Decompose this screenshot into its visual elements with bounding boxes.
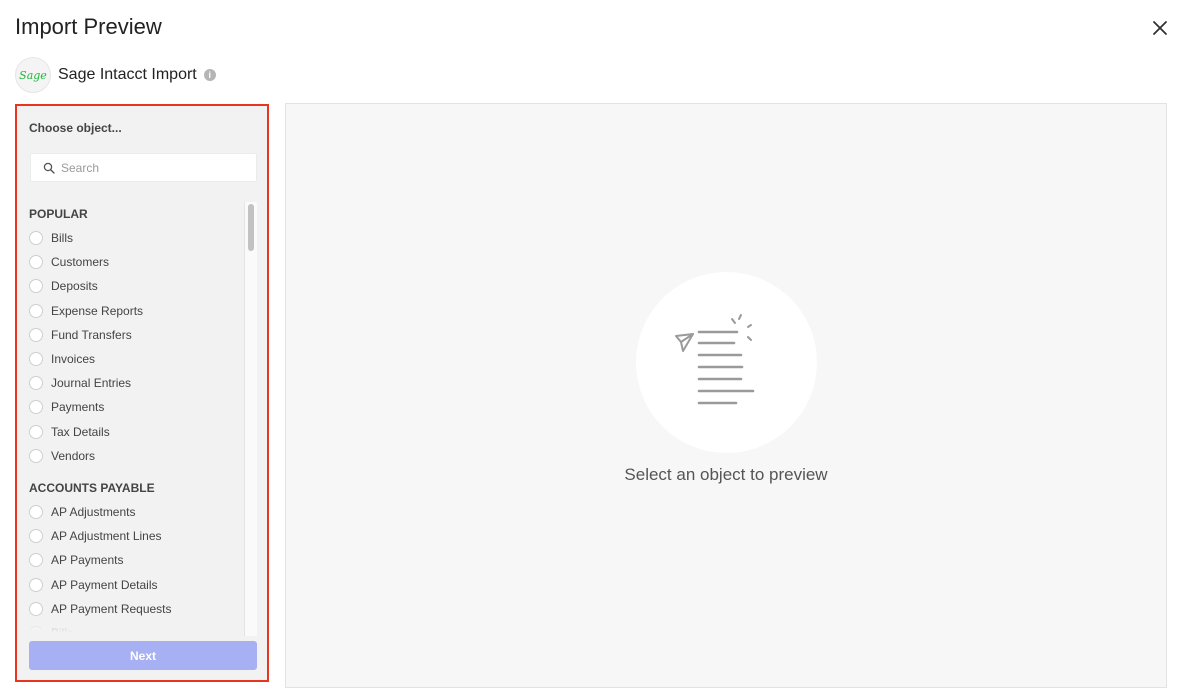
object-option[interactable]: Payments xyxy=(29,395,243,419)
radio-button[interactable] xyxy=(29,529,43,544)
object-option-label: Customers xyxy=(51,255,110,270)
search-input[interactable]: Search xyxy=(30,153,257,182)
list-fade xyxy=(17,614,243,640)
document-send-icon xyxy=(675,314,755,405)
object-option-label: Journal Entries xyxy=(51,376,132,391)
radio-button[interactable] xyxy=(29,255,43,270)
search-placeholder: Search xyxy=(61,160,100,175)
object-option[interactable]: Fund Transfers xyxy=(29,323,243,347)
object-option-label: Tax Details xyxy=(51,424,110,439)
import-source: Sage Sage Intacct Import i xyxy=(15,57,216,93)
radio-button[interactable] xyxy=(29,504,43,519)
object-option[interactable]: Customers xyxy=(29,250,243,274)
object-option-label: Expense Reports xyxy=(51,303,144,318)
object-option[interactable]: Tax Details xyxy=(29,420,243,444)
object-option-label: Deposits xyxy=(51,279,98,294)
object-option-label: Vendors xyxy=(51,448,96,463)
sage-logo: Sage xyxy=(15,57,51,93)
object-option[interactable]: AP Payment Details xyxy=(29,572,243,596)
object-option[interactable]: Bills xyxy=(29,226,243,250)
object-option[interactable]: Expense Reports xyxy=(29,299,243,323)
radio-button[interactable] xyxy=(29,400,43,415)
dialog-title: Import Preview xyxy=(15,14,162,39)
radio-button[interactable] xyxy=(29,424,43,439)
radio-button[interactable] xyxy=(29,231,43,246)
list-scrollbar[interactable] xyxy=(244,202,257,636)
radio-button[interactable] xyxy=(29,352,43,367)
object-option[interactable]: AP Adjustment Lines xyxy=(29,524,243,548)
object-option-label: Invoices xyxy=(51,352,96,367)
radio-button[interactable] xyxy=(29,553,43,568)
next-button[interactable]: Next xyxy=(29,641,257,670)
object-option-label: AP Adjustment Lines xyxy=(51,529,162,544)
object-picker: Choose object... Search POPULAR Bills Cust… xyxy=(15,104,269,682)
section-header: ACCOUNTS PAYABLE xyxy=(29,480,155,495)
radio-button[interactable] xyxy=(29,279,43,294)
radio-button[interactable] xyxy=(29,303,43,318)
info-icon[interactable]: i xyxy=(203,69,216,81)
source-name: Sage Intacct Import xyxy=(58,66,197,83)
picker-heading: Choose object... xyxy=(29,121,122,135)
object-list: POPULAR Bills Customers Deposits Expense Rep… xyxy=(17,202,243,636)
radio-button[interactable] xyxy=(29,577,43,592)
empty-state-illustration xyxy=(636,272,817,453)
object-option[interactable]: AP Adjustments xyxy=(29,500,243,524)
empty-state-message: Select an object to preview xyxy=(624,465,828,484)
object-option[interactable]: Invoices xyxy=(29,347,243,371)
scrollbar-thumb[interactable] xyxy=(248,204,254,251)
radio-button[interactable] xyxy=(29,448,43,463)
object-option[interactable]: Journal Entries xyxy=(29,371,243,395)
object-option-label: AP Adjustments xyxy=(51,504,136,519)
section-header: POPULAR xyxy=(29,207,88,221)
object-option[interactable]: AP Payments xyxy=(29,548,243,572)
radio-button[interactable] xyxy=(29,376,43,391)
object-option[interactable]: Vendors xyxy=(29,444,243,468)
radio-button[interactable] xyxy=(29,327,43,342)
preview-pane: Select an object to preview xyxy=(285,103,1167,688)
object-option[interactable]: Deposits xyxy=(29,274,243,298)
search-icon xyxy=(43,162,55,174)
object-option-label: Bills xyxy=(51,231,74,246)
object-option-label: Fund Transfers xyxy=(51,327,132,342)
object-option-label: AP Payment Details xyxy=(51,577,158,592)
close-icon[interactable] xyxy=(1150,18,1170,38)
object-option-label: Payments xyxy=(51,400,105,415)
object-option-label: AP Payments xyxy=(51,553,124,568)
